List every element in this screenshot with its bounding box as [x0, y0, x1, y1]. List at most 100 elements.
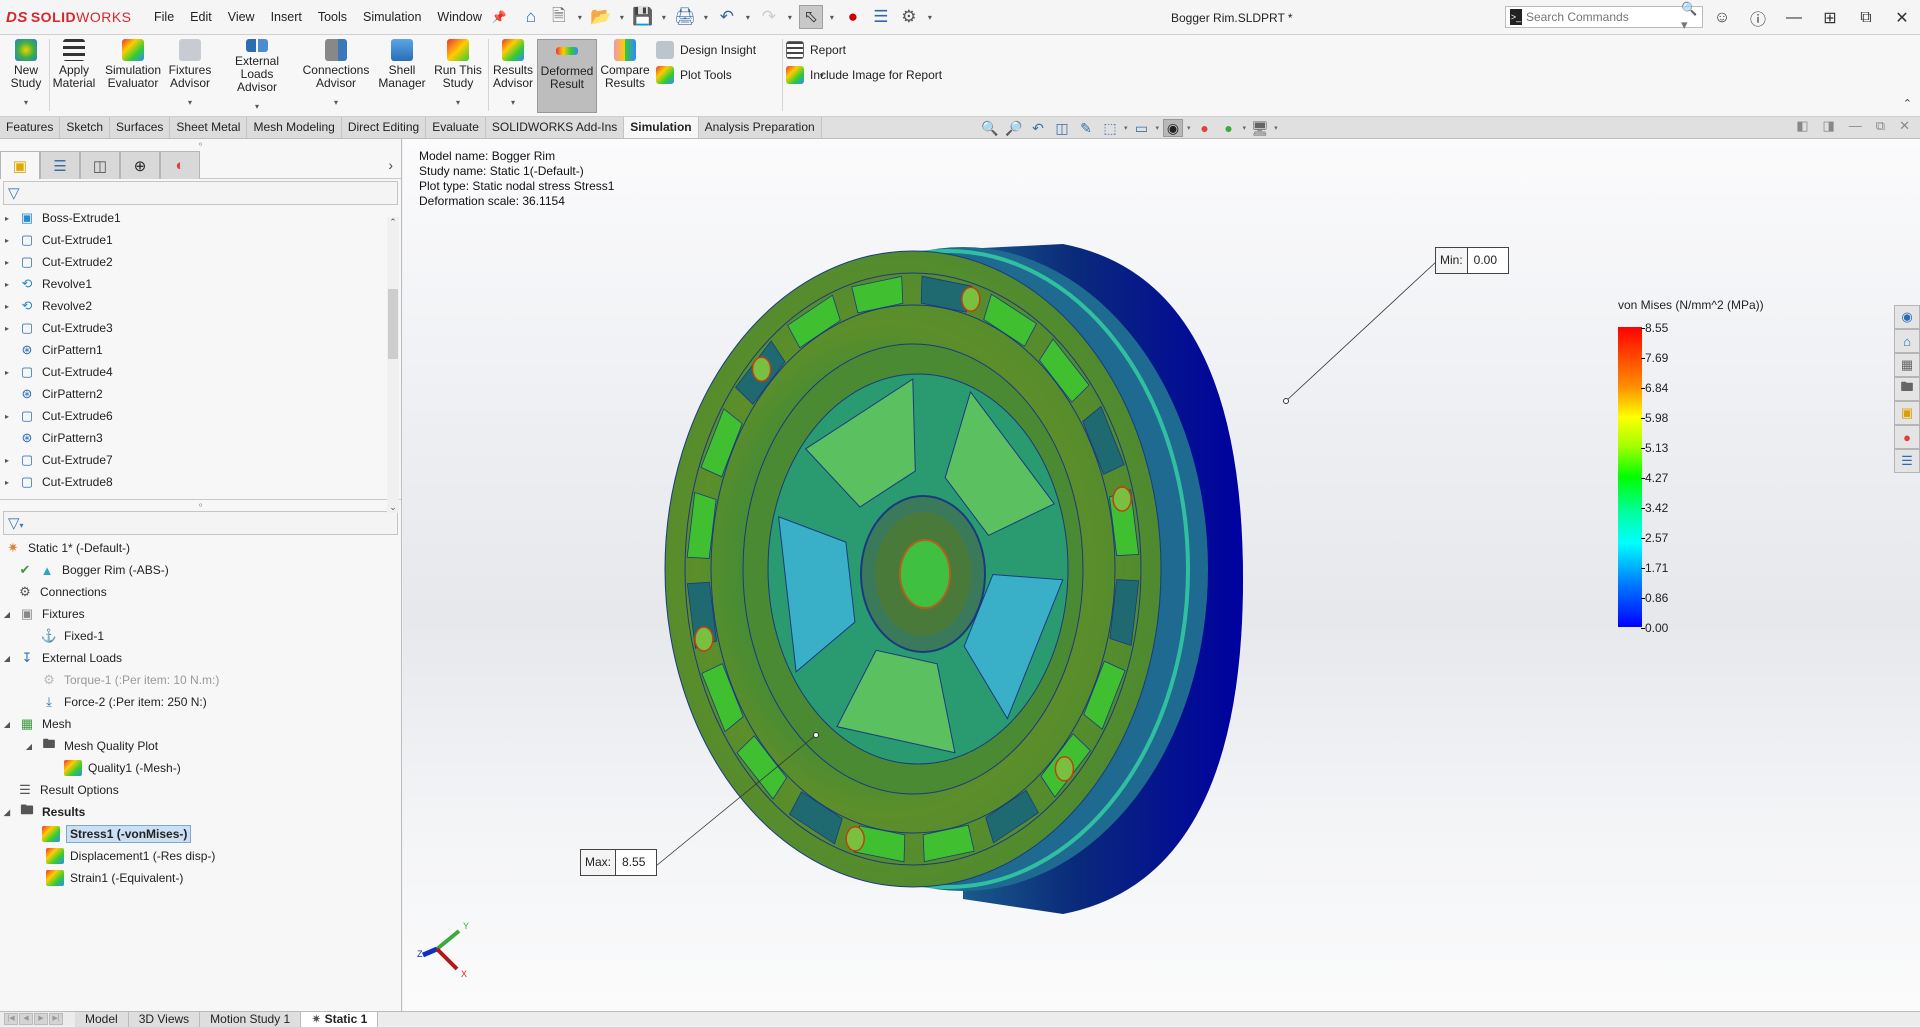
- configurationmanager-tab[interactable]: ◫: [80, 151, 120, 179]
- design-library-icon[interactable]: ▦: [1894, 353, 1920, 377]
- view-settings-icon[interactable]: 🖥: [1250, 119, 1270, 137]
- feature-tree-item[interactable]: ⊛ CirPattern2: [0, 383, 401, 405]
- feature-tree-item[interactable]: ▸ ▢ Cut-Extrude1: [0, 229, 401, 251]
- restore-button[interactable]: ⧉: [1848, 9, 1884, 27]
- connections-advisor-dropdown[interactable]: ▾: [334, 96, 338, 109]
- expand-arrow-icon[interactable]: ▸: [0, 214, 14, 223]
- design-insight-button[interactable]: Design Insight: [656, 41, 756, 59]
- file-properties-icon[interactable]: ☰: [869, 5, 893, 29]
- displacement1-node[interactable]: Displacement1 (-Res disp-): [0, 845, 401, 867]
- menu-file[interactable]: File: [146, 10, 182, 24]
- apply-material-button[interactable]: Apply Material: [53, 39, 95, 113]
- tab-static-1[interactable]: ✷ Static 1: [301, 1011, 379, 1027]
- file-explorer-icon[interactable]: 🖿: [1894, 377, 1920, 401]
- display-style-dropdown[interactable]: ▾: [1156, 124, 1160, 132]
- apply-scene-icon[interactable]: ●: [1219, 119, 1239, 137]
- tab-features[interactable]: Features: [0, 117, 61, 138]
- report-button[interactable]: Report: [786, 41, 846, 59]
- menu-edit[interactable]: Edit: [182, 10, 220, 24]
- open-icon[interactable]: 📂: [589, 5, 613, 29]
- collapse-arrow-icon[interactable]: ◢: [0, 808, 14, 817]
- propertymanager-tab[interactable]: ☰: [40, 151, 80, 179]
- fixtures-advisor-button[interactable]: Fixtures Advisor ▾: [168, 39, 212, 113]
- edit-appearance-icon[interactable]: ●: [1195, 119, 1215, 137]
- expand-arrow-icon[interactable]: ▸: [0, 368, 14, 377]
- torque-1-node[interactable]: ⚙ Torque-1 (:Per item: 10 N.m:): [0, 669, 401, 691]
- study-root[interactable]: ✷ Static 1* (-Default-): [0, 537, 401, 559]
- expand-arrow-icon[interactable]: ▸: [0, 412, 14, 421]
- previous-window-icon[interactable]: ◧: [1796, 118, 1808, 134]
- home-task-pane-icon[interactable]: ⌂: [1894, 329, 1920, 353]
- results-advisor-button[interactable]: Results Advisor ▾: [492, 39, 534, 113]
- compare-results-button[interactable]: Compare Results: [600, 39, 650, 113]
- tree-splitter-handle[interactable]: ⚬: [0, 499, 401, 510]
- hide-show-items-icon[interactable]: ◉: [1163, 119, 1184, 137]
- run-this-study-button[interactable]: Run This Study ▾: [432, 39, 484, 113]
- prev-tab-button[interactable]: ◀: [19, 1013, 33, 1025]
- rim-stress-model[interactable]: [403, 139, 1920, 1011]
- stress-color-bar[interactable]: [1618, 327, 1642, 627]
- min-callout[interactable]: Min: 0.00: [1435, 247, 1509, 274]
- mesh-node[interactable]: ◢ ▦ Mesh: [0, 713, 401, 735]
- featuremanager-tab[interactable]: ▣: [0, 151, 40, 179]
- view-orientation-dropdown[interactable]: ▾: [1124, 124, 1128, 132]
- scroll-down-icon[interactable]: ⌄: [387, 502, 399, 513]
- deformed-result-button[interactable]: Deformed Result: [537, 39, 597, 113]
- results-advisor-dropdown[interactable]: ▾: [511, 96, 515, 109]
- tab-sketch[interactable]: Sketch: [60, 117, 111, 138]
- feature-tree-item[interactable]: ▸ ⟲ Revolve1: [0, 273, 401, 295]
- expand-arrow-icon[interactable]: ▸: [0, 302, 14, 311]
- force-2-node[interactable]: ⤓ Force-2 (:Per item: 250 N:): [0, 691, 401, 713]
- options-gear-icon[interactable]: ⚙: [897, 5, 921, 29]
- options-dropdown[interactable]: ▾: [925, 13, 935, 22]
- new-document-icon[interactable]: 🗎: [547, 5, 571, 29]
- fixtures-node[interactable]: ◢ ▣ Fixtures: [0, 603, 401, 625]
- undo-icon[interactable]: ↶: [715, 5, 739, 29]
- solidworks-logo[interactable]: DS SOLID WORKS: [6, 9, 146, 26]
- tab-sheet-metal[interactable]: Sheet Metal: [170, 117, 248, 138]
- display-style-icon[interactable]: ▭: [1132, 119, 1152, 137]
- run-study-dropdown[interactable]: ▾: [456, 96, 460, 109]
- tab-surfaces[interactable]: Surfaces: [110, 117, 171, 138]
- first-tab-button[interactable]: |◀: [4, 1013, 18, 1025]
- connections-node[interactable]: ⚙ Connections: [0, 581, 401, 603]
- expand-arrow-icon[interactable]: ▸: [0, 456, 14, 465]
- new-dropdown[interactable]: ▾: [575, 13, 585, 22]
- part-material-node[interactable]: ✔ ▲ Bogger Rim (-ABS-): [0, 559, 401, 581]
- external-loads-dropdown[interactable]: ▾: [255, 100, 259, 113]
- apply-scene-dropdown[interactable]: ▾: [1243, 124, 1247, 132]
- home-icon[interactable]: ⌂: [519, 5, 543, 29]
- search-commands-input[interactable]: [1525, 10, 1681, 24]
- tab-direct-editing[interactable]: Direct Editing: [341, 117, 427, 138]
- menu-tools[interactable]: Tools: [310, 10, 355, 24]
- collapse-arrow-icon[interactable]: ◢: [0, 720, 14, 729]
- external-loads-advisor-button[interactable]: External Loads Advisor ▾: [218, 39, 296, 113]
- feature-tree-item[interactable]: ⊛ CirPattern3: [0, 427, 401, 449]
- dimxpertmanager-tab[interactable]: ⊕: [120, 151, 160, 179]
- view-palette-icon[interactable]: ▣: [1894, 401, 1920, 425]
- menu-view[interactable]: View: [220, 10, 263, 24]
- collapse-arrow-icon[interactable]: ◢: [22, 742, 36, 751]
- tab-model[interactable]: Model: [75, 1011, 129, 1027]
- rebuild-traffic-light-icon[interactable]: ●: [841, 5, 865, 29]
- connections-advisor-button[interactable]: Connections Advisor ▾: [302, 39, 370, 113]
- displaymanager-tab[interactable]: ◐: [160, 151, 200, 179]
- menu-window[interactable]: Window: [429, 10, 489, 24]
- undo-dropdown[interactable]: ▾: [743, 13, 753, 22]
- hide-show-dropdown[interactable]: ▾: [1187, 124, 1191, 132]
- redo-icon[interactable]: ↷: [757, 5, 781, 29]
- feature-tree-item[interactable]: ▸ ▢ Cut-Extrude8: [0, 471, 401, 493]
- scroll-up-icon[interactable]: ⌃: [387, 217, 399, 228]
- max-callout[interactable]: Max: 8.55: [580, 849, 658, 876]
- strain1-node[interactable]: Strain1 (-Equivalent-): [0, 867, 401, 889]
- stress1-node[interactable]: Stress1 (-vonMises-): [0, 823, 401, 845]
- custom-properties-icon[interactable]: ☰: [1894, 449, 1920, 473]
- study-tree-filter[interactable]: ▽▾: [3, 511, 398, 535]
- print-icon[interactable]: 🖨: [673, 5, 697, 29]
- tab-mesh-modeling[interactable]: Mesh Modeling: [247, 117, 342, 138]
- tab-analysis-preparation[interactable]: Analysis Preparation: [698, 117, 822, 138]
- solidworks-resources-icon[interactable]: ◉: [1894, 305, 1920, 329]
- tab-simulation[interactable]: Simulation: [624, 117, 699, 138]
- fixtures-advisor-dropdown[interactable]: ▾: [188, 96, 192, 109]
- save-icon[interactable]: 💾: [631, 5, 655, 29]
